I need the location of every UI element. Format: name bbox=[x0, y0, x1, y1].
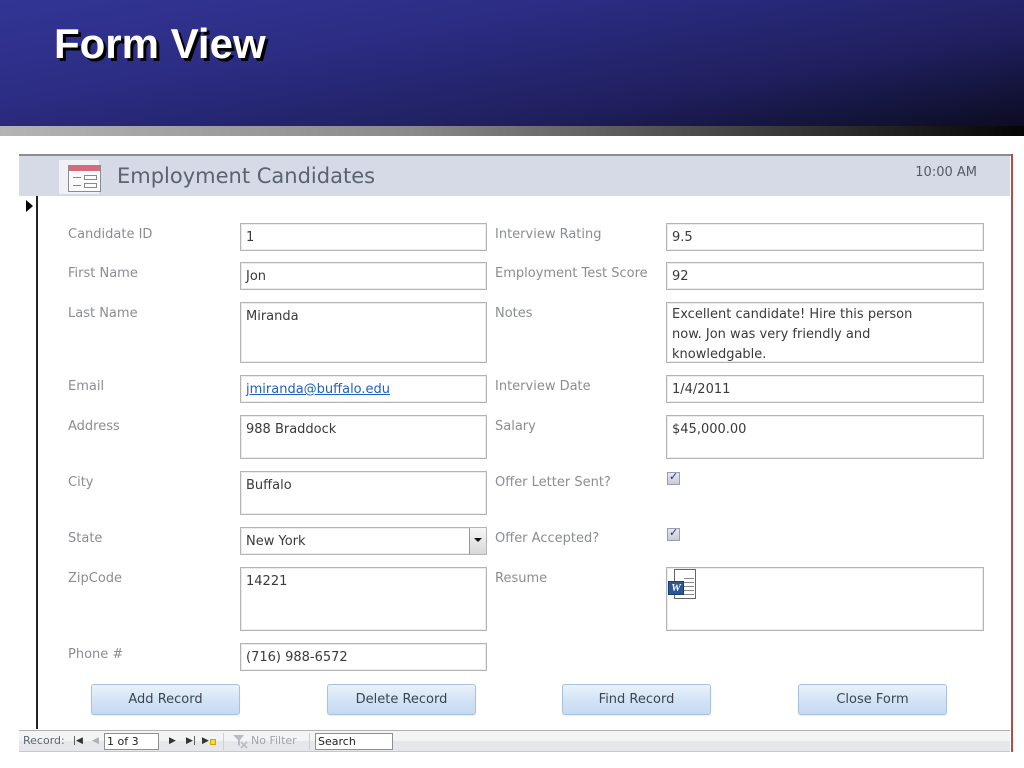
no-filter-icon bbox=[233, 735, 248, 749]
search-input[interactable]: Search bbox=[315, 733, 393, 750]
label-interview-rating: Interview Rating bbox=[495, 227, 602, 242]
label-offer-accepted: Offer Accepted? bbox=[495, 531, 600, 546]
form-window-border bbox=[1011, 154, 1013, 752]
check-icon: ✓ bbox=[669, 526, 679, 539]
label-first-name: First Name bbox=[68, 266, 138, 281]
email-link[interactable]: jmiranda@buffalo.edu bbox=[246, 382, 390, 397]
current-record-arrow-icon bbox=[26, 200, 33, 212]
label-last-name: Last Name bbox=[68, 306, 138, 321]
slide-header: Form View bbox=[0, 0, 1024, 126]
label-notes: Notes bbox=[495, 306, 533, 321]
state-combo[interactable]: New York bbox=[240, 527, 487, 555]
form-icon bbox=[59, 160, 101, 194]
next-record-icon[interactable]: ▶ bbox=[169, 736, 176, 746]
label-zipcode: ZipCode bbox=[68, 571, 123, 586]
first-name-field[interactable]: Jon bbox=[240, 262, 487, 290]
close-form-button[interactable]: Close Form bbox=[798, 684, 947, 715]
city-field[interactable]: Buffalo bbox=[240, 471, 487, 515]
email-field[interactable]: jmiranda@buffalo.edu bbox=[240, 375, 487, 403]
interview-rating-field[interactable]: 9.5 bbox=[666, 223, 984, 251]
word-document-icon[interactable]: W bbox=[668, 569, 700, 601]
label-city: City bbox=[68, 475, 94, 490]
label-candidate-id: Candidate ID bbox=[68, 227, 153, 242]
offer-letter-sent-checkbox[interactable]: ✓ bbox=[667, 470, 680, 485]
add-record-button[interactable]: Add Record bbox=[91, 684, 240, 715]
nav-separator bbox=[309, 733, 310, 750]
label-phone: Phone # bbox=[68, 647, 124, 662]
address-field[interactable]: 988 Braddock bbox=[240, 415, 487, 459]
resume-attachment-field[interactable]: W bbox=[666, 567, 984, 631]
notes-field[interactable]: Excellent candidate! Hire this person no… bbox=[666, 302, 984, 363]
label-offer-letter-sent: Offer Letter Sent? bbox=[495, 475, 611, 490]
state-dropdown-button[interactable] bbox=[469, 528, 486, 554]
label-email: Email bbox=[68, 379, 105, 394]
label-employment-test-score: Employment Test Score bbox=[495, 266, 648, 281]
salary-field[interactable]: $45,000.00 bbox=[666, 415, 984, 459]
form-title: Employment Candidates bbox=[117, 164, 376, 188]
slide-divider bbox=[0, 126, 1024, 136]
record-selector[interactable] bbox=[19, 196, 38, 729]
zipcode-field[interactable]: 14221 bbox=[240, 567, 487, 631]
last-record-icon[interactable]: ▶| bbox=[186, 736, 196, 746]
label-interview-date: Interview Date bbox=[495, 379, 591, 394]
slide-title: Form View bbox=[54, 20, 266, 67]
record-label: Record: bbox=[23, 734, 65, 747]
first-record-icon[interactable]: |◀ bbox=[73, 736, 83, 746]
record-navigation-bar: Record: |◀ ◀ 1 of 3 ▶ ▶| ▶ No Filter Sea… bbox=[19, 730, 1010, 752]
label-address: Address bbox=[68, 419, 120, 434]
last-name-field[interactable]: Miranda bbox=[240, 302, 487, 363]
form-header: Employment Candidates 10:00 AM bbox=[19, 156, 1010, 196]
check-icon: ✓ bbox=[669, 470, 679, 483]
previous-record-icon[interactable]: ◀ bbox=[92, 736, 99, 746]
candidate-id-field[interactable]: 1 bbox=[240, 223, 487, 251]
access-form-window: Employment Candidates 10:00 AM Candidate… bbox=[19, 154, 1012, 752]
interview-date-field[interactable]: 1/4/2011 bbox=[666, 375, 984, 403]
chevron-down-icon bbox=[474, 538, 482, 542]
new-record-icon[interactable]: ▶ bbox=[202, 736, 216, 746]
offer-accepted-checkbox[interactable]: ✓ bbox=[667, 526, 680, 541]
employment-test-score-field[interactable]: 92 bbox=[666, 262, 984, 290]
state-value: New York bbox=[246, 534, 306, 549]
label-salary: Salary bbox=[495, 419, 536, 434]
phone-field[interactable]: (716) 988-6572 bbox=[240, 643, 487, 671]
find-record-button[interactable]: Find Record bbox=[562, 684, 711, 715]
nav-separator bbox=[223, 733, 224, 750]
no-filter-button[interactable]: No Filter bbox=[251, 734, 297, 747]
delete-record-button[interactable]: Delete Record bbox=[327, 684, 476, 715]
label-state: State bbox=[68, 531, 103, 546]
label-resume: Resume bbox=[495, 571, 548, 586]
form-time: 10:00 AM bbox=[915, 165, 977, 180]
current-record-input[interactable]: 1 of 3 bbox=[104, 733, 159, 750]
